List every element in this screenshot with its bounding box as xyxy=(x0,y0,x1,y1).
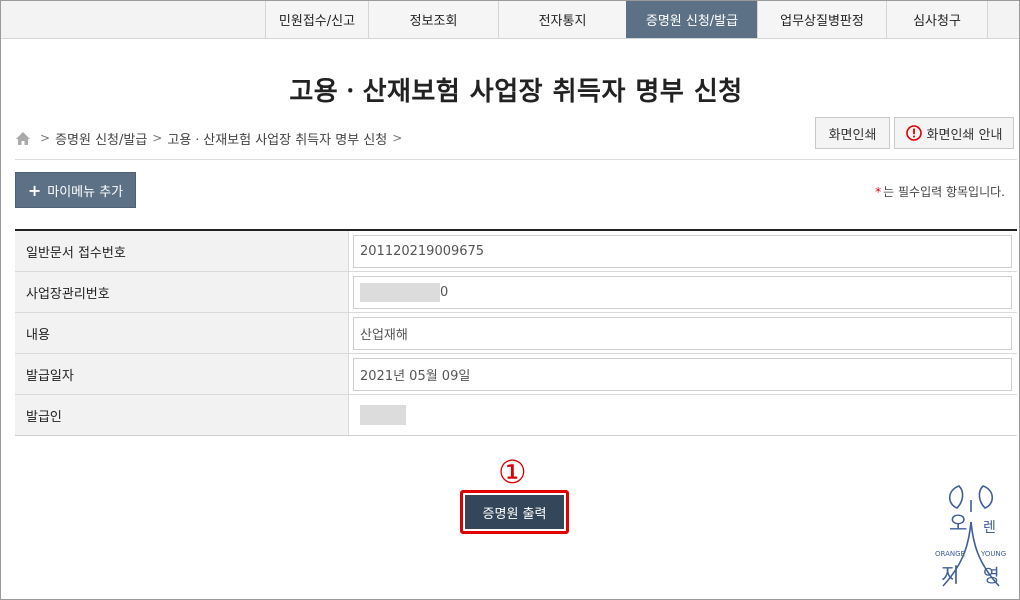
page-title: 고용ㆍ산재보험 사업장 취득자 명부 신청 xyxy=(289,77,743,107)
step-marker: ① xyxy=(498,453,527,491)
issue-button-highlight: 증명원 출력 xyxy=(460,490,569,534)
issuer-label: 발급인 xyxy=(15,395,349,435)
alert-icon xyxy=(905,125,922,141)
redacted-block xyxy=(360,405,406,425)
svg-text:지: 지 xyxy=(941,563,959,587)
form-row-content: 내용 산업재해 xyxy=(15,313,1017,354)
issue-date-field[interactable]: 2021년 05월 09일 xyxy=(353,357,1012,391)
breadcrumb-item-certificate[interactable]: 증명원 신청/발급 xyxy=(55,129,147,148)
tab-info-inquiry[interactable]: 정보조회 xyxy=(368,1,498,38)
business-number-value: 0 xyxy=(440,284,449,300)
tab-occupational-disease[interactable]: 업무상질병판정 xyxy=(757,1,886,38)
plus-icon: + xyxy=(27,180,42,200)
divider xyxy=(15,159,1017,160)
required-star: * xyxy=(875,185,882,199)
required-note: * 는 필수입력 항목입니다. xyxy=(875,183,1005,200)
form-row-issuer: 발급인 xyxy=(15,395,1017,436)
redacted-block xyxy=(360,282,440,302)
form-row-issue-date: 발급일자 2021년 05월 09일 xyxy=(15,354,1017,395)
print-screen-label: 화면인쇄 xyxy=(828,127,877,143)
svg-text:영: 영 xyxy=(983,566,1000,587)
form-row-receipt-number: 일반문서 접수번호 201120219009675 xyxy=(15,231,1017,272)
svg-text:YOUNG: YOUNG xyxy=(980,550,1006,558)
print-guide-button[interactable]: 화면인쇄 안내 xyxy=(894,117,1014,149)
watermark-logo: 오 렌 ORANGE YOUNG 지 영 xyxy=(935,485,1006,587)
add-my-menu-label: 마이메뉴 추가 xyxy=(47,184,124,200)
tab-e-notice[interactable]: 전자통지 xyxy=(498,1,626,38)
issuer-field[interactable] xyxy=(353,398,1012,432)
breadcrumb-item-current[interactable]: 고용ㆍ산재보험 사업장 취득자 명부 신청 xyxy=(167,129,387,148)
breadcrumb-separator: > xyxy=(40,131,51,145)
issue-certificate-button[interactable]: 증명원 출력 xyxy=(465,495,564,529)
svg-text:오: 오 xyxy=(949,511,967,535)
svg-text:ORANGE: ORANGE xyxy=(935,550,965,558)
breadcrumb-separator: > xyxy=(392,131,403,145)
home-icon[interactable] xyxy=(15,131,31,146)
nav-tabs: 민원접수/신고 정보조회 전자통지 증명원 신청/발급 업무상질병판정 심사청구 xyxy=(265,1,988,38)
certificate-form-table: 일반문서 접수번호 201120219009675 사업장관리번호 0 내용 산… xyxy=(15,229,1017,436)
top-navigation: 민원접수/신고 정보조회 전자통지 증명원 신청/발급 업무상질병판정 심사청구 xyxy=(1,1,1019,39)
receipt-number-field[interactable]: 201120219009675 xyxy=(353,234,1012,268)
tab-civil-complaint[interactable]: 민원접수/신고 xyxy=(265,1,368,38)
business-number-field[interactable]: 0 xyxy=(353,275,1012,309)
business-number-label: 사업장관리번호 xyxy=(15,272,349,312)
add-my-menu-button[interactable]: + 마이메뉴 추가 xyxy=(15,172,136,208)
tab-certificate[interactable]: 증명원 신청/발급 xyxy=(626,1,757,38)
tab-review-request[interactable]: 심사청구 xyxy=(886,1,988,38)
print-screen-button[interactable]: 화면인쇄 xyxy=(815,117,890,149)
form-row-business-number: 사업장관리번호 0 xyxy=(15,272,1017,313)
required-note-text: 는 필수입력 항목입니다. xyxy=(883,185,1005,199)
issue-date-label: 발급일자 xyxy=(15,354,349,394)
breadcrumb-separator: > xyxy=(152,131,163,145)
receipt-number-label: 일반문서 접수번호 xyxy=(15,231,349,271)
print-guide-label: 화면인쇄 안내 xyxy=(926,127,1003,143)
content-label: 내용 xyxy=(15,313,349,353)
content-field[interactable]: 산업재해 xyxy=(353,316,1012,350)
breadcrumb: > 증명원 신청/발급 > 고용ㆍ산재보험 사업장 취득자 명부 신청 > xyxy=(15,128,407,148)
svg-text:렌: 렌 xyxy=(983,520,996,536)
